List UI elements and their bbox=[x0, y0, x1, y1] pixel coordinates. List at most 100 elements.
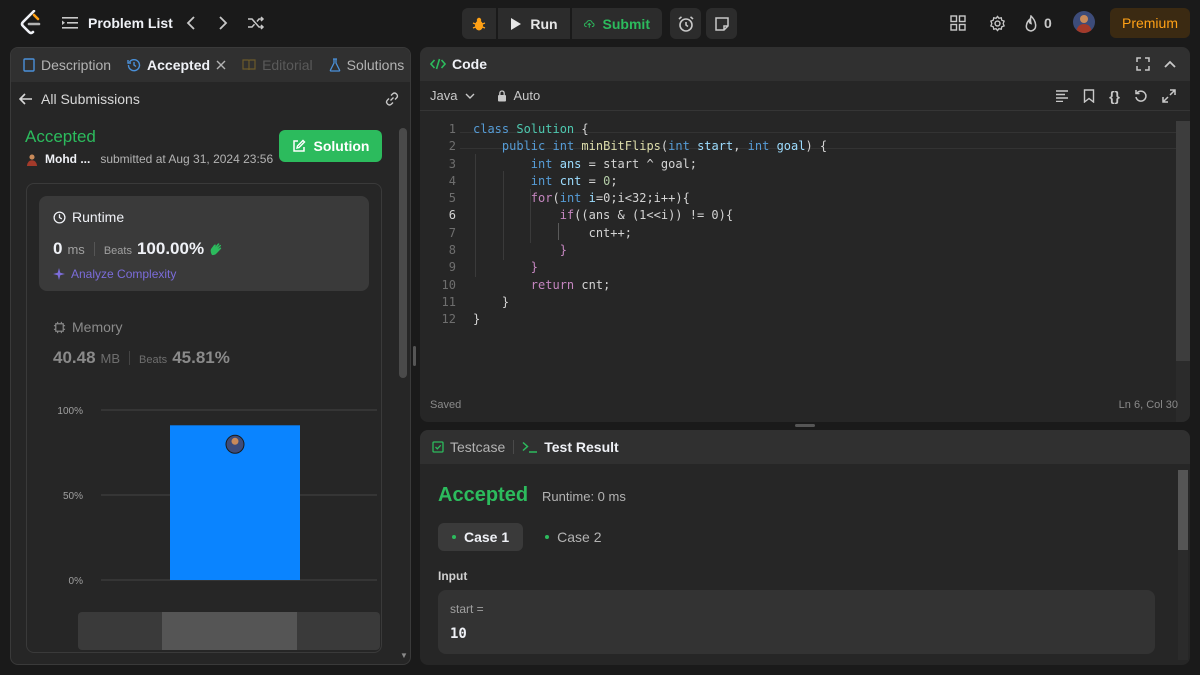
list-icon bbox=[62, 17, 78, 29]
shuffle-button[interactable] bbox=[244, 12, 268, 34]
fire-icon bbox=[1025, 14, 1037, 32]
user-avatar bbox=[26, 154, 38, 166]
streak-counter[interactable]: 0 bbox=[1024, 12, 1052, 34]
streak-count: 0 bbox=[1044, 15, 1052, 31]
all-submissions-row: All Submissions bbox=[19, 88, 400, 110]
alarm-clock-icon bbox=[677, 15, 694, 32]
code-line: 2 public int minBitFlips(int start, int … bbox=[448, 139, 828, 154]
document-icon bbox=[23, 58, 35, 72]
format-icon[interactable] bbox=[1055, 89, 1069, 102]
clap-icon bbox=[210, 243, 222, 256]
chevron-up-icon[interactable] bbox=[1164, 60, 1176, 68]
chevron-left-icon bbox=[186, 16, 195, 30]
divider bbox=[93, 242, 95, 256]
settings-button[interactable] bbox=[985, 12, 1009, 34]
runtime-card[interactable]: Runtime 0 ms Beats 100.00% Analyze Compl… bbox=[39, 196, 369, 291]
code-line: 5 for(int i=0;i<32;i++){ bbox=[448, 191, 690, 206]
test-scrollbar-thumb[interactable] bbox=[1178, 470, 1188, 550]
runtime-heading: Runtime bbox=[53, 209, 124, 225]
chevron-down-icon bbox=[465, 93, 475, 99]
arrow-left-icon[interactable] bbox=[19, 93, 33, 105]
bookmark-icon[interactable] bbox=[1083, 88, 1095, 103]
memory-stats: 40.48 MB Beats 45.81% bbox=[53, 348, 230, 368]
tab-accepted-label: Accepted bbox=[147, 57, 211, 73]
stats-card: Runtime 0 ms Beats 100.00% Analyze Compl… bbox=[26, 183, 382, 653]
submitter-name[interactable]: Mohd ... bbox=[45, 152, 90, 166]
notes-button[interactable] bbox=[706, 8, 737, 39]
tab-testcase[interactable]: Testcase bbox=[420, 430, 513, 464]
left-scrollbar-thumb[interactable] bbox=[399, 128, 407, 378]
next-problem-button[interactable] bbox=[212, 12, 234, 34]
submit-button[interactable]: Submit bbox=[572, 8, 662, 39]
divider bbox=[129, 351, 131, 365]
run-button[interactable]: Run bbox=[498, 8, 570, 39]
case-1-label: Case 1 bbox=[464, 529, 510, 545]
horizontal-resize-handle[interactable] bbox=[795, 424, 815, 427]
language-select[interactable]: Java bbox=[430, 88, 475, 103]
close-icon[interactable] bbox=[216, 60, 226, 70]
case-1-button[interactable]: Case 1 bbox=[438, 523, 524, 551]
braces-icon[interactable]: {} bbox=[1109, 88, 1120, 104]
code-icon bbox=[430, 58, 446, 70]
avatar-face bbox=[231, 437, 239, 445]
code-line: 9 } bbox=[448, 260, 539, 275]
autocomplete-label: Auto bbox=[513, 88, 541, 103]
code-line: 8 } bbox=[448, 243, 567, 258]
vertical-resize-handle[interactable] bbox=[413, 346, 416, 366]
solution-label: Solution bbox=[313, 138, 370, 154]
submit-label: Submit bbox=[602, 15, 650, 32]
case-2-button[interactable]: Case 2 bbox=[531, 523, 615, 551]
tab-solutions[interactable]: Solutions bbox=[321, 48, 410, 82]
timer-button[interactable] bbox=[670, 8, 701, 39]
leetcode-logo[interactable] bbox=[18, 10, 44, 36]
debug-button[interactable] bbox=[462, 8, 496, 39]
analyze-complexity-button[interactable]: Analyze Complexity bbox=[53, 267, 176, 281]
link-icon[interactable] bbox=[384, 92, 400, 106]
submission-date: submitted at Aug 31, 2024 23:56 bbox=[100, 152, 274, 166]
logo-icon bbox=[20, 10, 41, 35]
premium-button[interactable]: Premium bbox=[1110, 8, 1190, 38]
problem-list-label: Problem List bbox=[88, 15, 173, 31]
tab-editorial[interactable]: Editorial bbox=[234, 48, 321, 82]
runtime-beats: 100.00% bbox=[136, 239, 205, 258]
submission-status: Accepted bbox=[25, 127, 96, 146]
chart-range-handle[interactable] bbox=[162, 612, 297, 650]
expand-icon[interactable] bbox=[1162, 88, 1176, 103]
layout-button[interactable] bbox=[946, 12, 970, 34]
runtime-unit: ms bbox=[67, 242, 85, 257]
input-param-box: start = 10 bbox=[438, 590, 1155, 654]
y-tick-label: 100% bbox=[57, 406, 83, 417]
fullscreen-icon[interactable] bbox=[1136, 57, 1150, 71]
runtime-label: Runtime bbox=[72, 209, 125, 225]
solution-button[interactable]: Solution bbox=[279, 130, 382, 162]
scroll-down-arrow[interactable]: ▼ bbox=[399, 652, 409, 660]
tab-accepted[interactable]: Accepted bbox=[119, 48, 234, 82]
chart-y-ticks: 100% 50% 0% bbox=[57, 406, 83, 587]
lock-icon bbox=[498, 89, 507, 101]
code-editor[interactable]: 1 class Solution { 2 public int minBitFli… bbox=[420, 121, 1176, 329]
premium-label: Premium bbox=[1121, 15, 1178, 31]
tab-test-result[interactable]: Test Result bbox=[514, 430, 626, 464]
avatar[interactable] bbox=[1073, 11, 1095, 33]
all-submissions-link[interactable]: All Submissions bbox=[41, 91, 140, 107]
editor-scrollbar-thumb[interactable] bbox=[1176, 121, 1190, 361]
tab-code[interactable]: Code bbox=[420, 47, 495, 81]
memory-beats: 45.81% bbox=[172, 348, 230, 367]
reset-icon[interactable] bbox=[1134, 89, 1148, 103]
y-tick-label: 50% bbox=[63, 491, 83, 502]
code-line: 3 int ans = start ^ goal; bbox=[448, 156, 698, 171]
indent-guide bbox=[475, 154, 476, 277]
cloud-upload-icon bbox=[584, 19, 595, 28]
memory-unit: MB bbox=[100, 351, 121, 366]
tab-description[interactable]: Description bbox=[11, 48, 119, 82]
edit-icon bbox=[292, 139, 305, 152]
test-result-panel: Testcase Test Result Accepted Runtime: 0… bbox=[420, 430, 1190, 665]
book-icon bbox=[242, 59, 256, 71]
prev-problem-button[interactable] bbox=[180, 12, 202, 34]
problem-list-button[interactable]: Problem List bbox=[62, 12, 173, 34]
indent-guide bbox=[503, 171, 504, 260]
autocomplete-toggle[interactable]: Auto bbox=[497, 88, 540, 103]
analyze-complexity-label: Analyze Complexity bbox=[71, 267, 177, 281]
tab-description-label: Description bbox=[41, 57, 112, 73]
code-line: 12} bbox=[441, 312, 481, 327]
